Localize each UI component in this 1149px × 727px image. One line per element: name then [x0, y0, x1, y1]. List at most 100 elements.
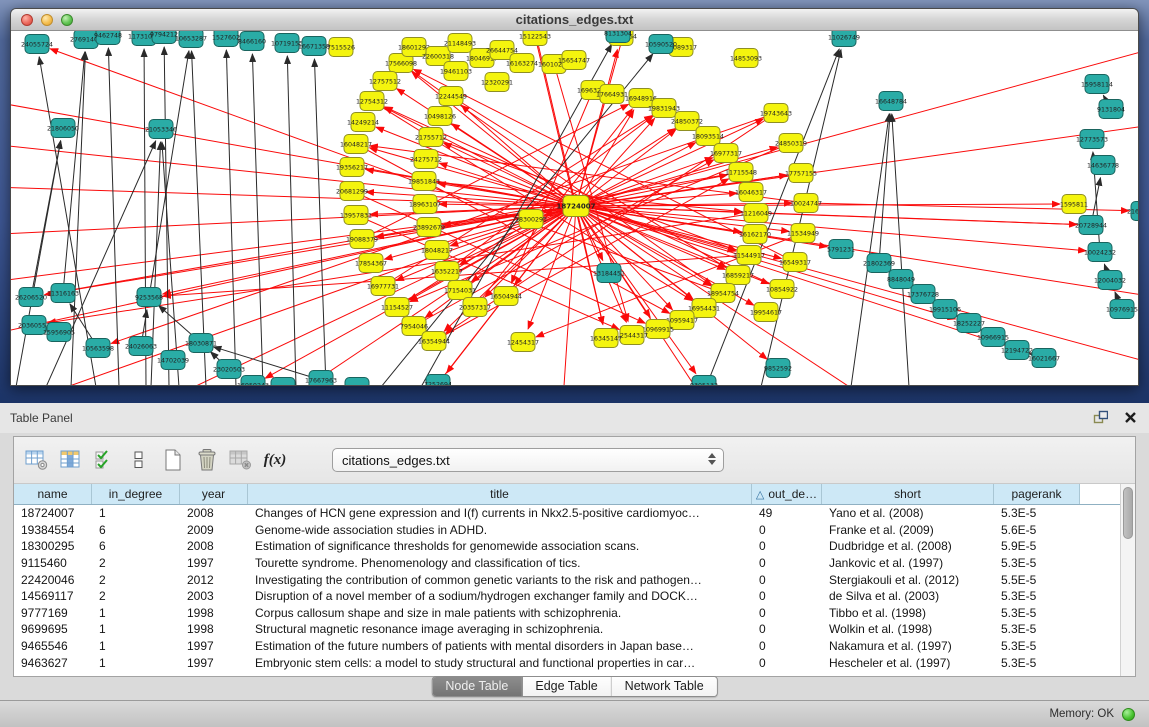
svg-text:9131804: 9131804: [1097, 106, 1125, 113]
minimize-window-button[interactable]: [41, 14, 53, 26]
create-table-icon[interactable]: [158, 445, 188, 475]
svg-text:12004032: 12004032: [1094, 277, 1126, 284]
table-row[interactable]: 1456911722003Disruption of a novel membe…: [14, 588, 1120, 605]
svg-text:23020503: 23020503: [213, 366, 245, 373]
column-header-year[interactable]: year: [180, 484, 248, 504]
svg-text:21806050: 21806050: [47, 125, 79, 132]
attribute-browser: f(x) citations_edges.txt namein_degreeye…: [13, 436, 1136, 677]
row-height-icon[interactable]: [124, 445, 154, 475]
svg-text:17667963: 17667963: [305, 377, 337, 384]
svg-text:20360551: 20360551: [18, 322, 50, 329]
close-panel-icon[interactable]: [1124, 411, 1137, 429]
svg-text:17566098: 17566098: [385, 60, 417, 67]
svg-text:24850319: 24850319: [775, 140, 807, 147]
svg-text:11316163: 11316163: [47, 290, 79, 297]
svg-text:21802369: 21802369: [863, 260, 895, 267]
svg-text:11534949: 11534949: [787, 230, 819, 237]
column-header-in_degree[interactable]: in_degree: [92, 484, 180, 504]
tab-edge-table[interactable]: Edge Table: [522, 677, 611, 696]
scrollbar-thumb[interactable]: [1123, 487, 1133, 539]
table-row[interactable]: 1872400712008Changes of HCN gene express…: [14, 505, 1120, 522]
svg-text:21755712: 21755712: [415, 134, 447, 141]
svg-text:18093514: 18093514: [692, 133, 724, 140]
citation-network-graph[interactable]: 1756609812757512127543121424921416048217…: [11, 31, 1138, 386]
svg-text:9794212: 9794212: [150, 31, 178, 38]
svg-text:16021667: 16021667: [1028, 355, 1060, 362]
column-header-out_degree[interactable]: △out_de…: [752, 484, 822, 504]
memory-ok-indicator-icon[interactable]: [1122, 708, 1135, 721]
float-panel-icon[interactable]: [1093, 410, 1108, 429]
svg-text:9462748: 9462748: [94, 32, 122, 39]
network-view-window: citations_edges.txt 17566098127575121275…: [10, 8, 1139, 386]
svg-text:18252227: 18252227: [953, 320, 985, 327]
table-settings-icon[interactable]: [22, 445, 52, 475]
table-body: 1872400712008Changes of HCN gene express…: [14, 505, 1120, 676]
svg-text:24055724: 24055724: [21, 41, 53, 48]
table-toolbar: f(x) citations_edges.txt: [14, 437, 1135, 484]
svg-text:16977731: 16977731: [367, 283, 399, 290]
svg-text:18963107: 18963107: [409, 201, 441, 208]
column-header-title[interactable]: title: [248, 484, 752, 504]
column-header-pagerank[interactable]: pagerank: [994, 484, 1080, 504]
svg-text:16549317: 16549317: [779, 259, 811, 266]
svg-text:7954046: 7954046: [400, 323, 428, 330]
svg-text:11715548: 11715548: [725, 169, 757, 176]
svg-text:21053346: 21053346: [145, 126, 177, 133]
svg-text:1595811: 1595811: [1060, 201, 1088, 208]
vertical-scrollbar[interactable]: [1120, 484, 1135, 676]
svg-text:10653287: 10653287: [175, 35, 207, 42]
table-row[interactable]: 946554611997Estimation of the future num…: [14, 638, 1120, 655]
svg-text:20681299: 20681299: [336, 188, 368, 195]
select-columns-icon[interactable]: [90, 445, 120, 475]
svg-text:17154031: 17154031: [444, 287, 476, 294]
svg-text:15958114: 15958114: [1081, 81, 1113, 88]
svg-text:24850372: 24850372: [671, 118, 703, 125]
close-window-button[interactable]: [21, 14, 33, 26]
svg-text:12320291: 12320291: [481, 79, 513, 86]
svg-text:7515526: 7515526: [327, 44, 355, 51]
svg-text:12244549: 12244549: [435, 93, 467, 100]
table-row[interactable]: 1938455462009Genome-wide association stu…: [14, 522, 1120, 539]
svg-text:26206520: 26206520: [15, 294, 47, 301]
zoom-window-button[interactable]: [61, 14, 73, 26]
window-titlebar[interactable]: citations_edges.txt: [11, 9, 1138, 31]
svg-text:10563598: 10563598: [82, 345, 114, 352]
table-row[interactable]: 1830029562008Estimation of significance …: [14, 538, 1120, 555]
svg-text:22600318: 22600318: [422, 53, 454, 60]
svg-text:10024232: 10024232: [1084, 249, 1116, 256]
svg-text:16977317: 16977317: [710, 150, 742, 157]
svg-text:14702039: 14702039: [157, 357, 189, 364]
svg-text:17854367: 17854367: [355, 260, 387, 267]
svg-text:14853093: 14853093: [730, 55, 762, 62]
delete-table-icon[interactable]: [192, 445, 222, 475]
dropdown-stepper-icon: [708, 453, 716, 465]
svg-text:19461103: 19461103: [440, 68, 472, 75]
import-table-icon-disabled: [226, 445, 256, 475]
tab-node-table[interactable]: Node Table: [432, 677, 522, 696]
column-header-short[interactable]: short: [822, 484, 994, 504]
svg-text:18724007: 18724007: [557, 202, 596, 210]
table-row[interactable]: 969969511998Structural magnetic resonanc…: [14, 621, 1120, 638]
svg-text:24275712: 24275712: [410, 156, 442, 163]
svg-text:21661362: 21661362: [1127, 208, 1138, 215]
table-row[interactable]: 977716911998Corpus callosum shape and si…: [14, 605, 1120, 622]
network-canvas[interactable]: 1756609812757512127543121424921416048217…: [11, 31, 1138, 386]
tab-network-table[interactable]: Network Table: [612, 677, 717, 696]
svg-text:20357317: 20357317: [459, 304, 491, 311]
table-row[interactable]: 911546021997Tourette syndrome. Phenomeno…: [14, 555, 1120, 572]
table-selector-dropdown[interactable]: citations_edges.txt: [332, 448, 724, 472]
table-type-tabs: Node TableEdge TableNetwork Table: [431, 676, 717, 697]
svg-text:16352217: 16352217: [431, 268, 463, 275]
table-header-row: namein_degreeyeartitle△out_de…shortpager…: [14, 484, 1120, 505]
window-title: citations_edges.txt: [516, 12, 634, 27]
svg-text:18300295: 18300295: [515, 216, 547, 223]
column-header-name[interactable]: name: [14, 484, 92, 504]
svg-text:18048217: 18048217: [421, 247, 453, 254]
svg-text:16959243: 16959243: [237, 382, 269, 386]
svg-text:24026063: 24026063: [125, 343, 157, 350]
table-row[interactable]: 2242004622012Investigating the contribut…: [14, 571, 1120, 588]
svg-text:10976915: 10976915: [1106, 306, 1138, 313]
function-builder-icon[interactable]: f(x): [260, 445, 290, 475]
table-row[interactable]: 946362711997Embryonic stem cells: a mode…: [14, 654, 1120, 671]
column-visibility-icon[interactable]: [56, 445, 86, 475]
